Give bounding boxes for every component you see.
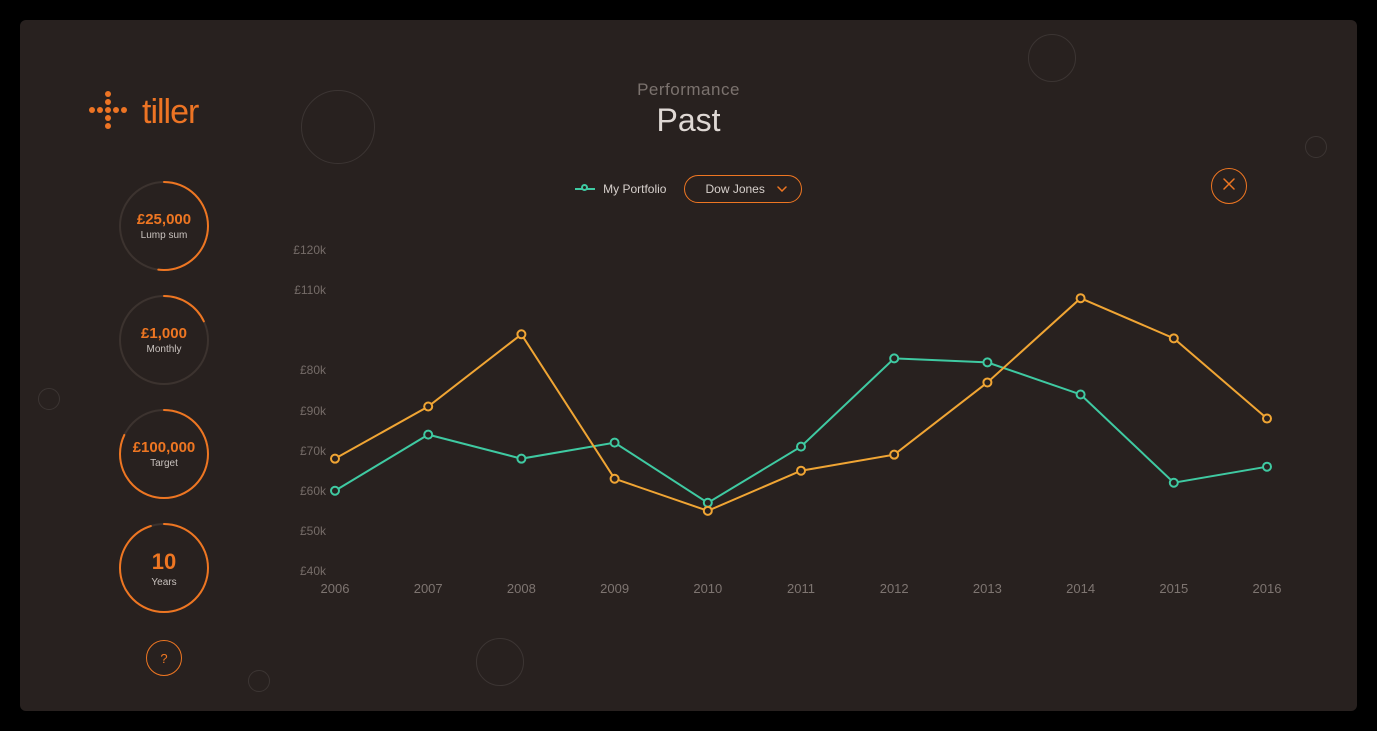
- chart-y-tick: £50k: [300, 524, 326, 538]
- chart-x-tick: 2009: [600, 581, 629, 596]
- chart-plot: [335, 230, 1267, 571]
- benchmark-dropdown-label: Dow Jones: [705, 182, 764, 196]
- help-button[interactable]: ?: [146, 640, 182, 676]
- chart-series: [331, 294, 1271, 515]
- chart-y-tick: £110k: [294, 283, 326, 297]
- legend-label-portfolio: My Portfolio: [603, 182, 666, 196]
- close-icon: [1223, 177, 1235, 195]
- chart-x-tick: 2013: [973, 581, 1002, 596]
- sidebar-ring-lumpsum[interactable]: £25,000 Lump sum: [118, 180, 210, 272]
- chart-y-tick: £90k: [300, 404, 326, 418]
- chart-legend: My Portfolio Dow Jones: [20, 175, 1357, 203]
- decorative-circle: [248, 670, 270, 692]
- chart-series: [331, 354, 1271, 506]
- chart-y-tick: £70k: [300, 444, 326, 458]
- chart-y-tick: £120k: [293, 243, 326, 257]
- sidebar-ring-years[interactable]: 10 Years: [118, 522, 210, 614]
- chart-x-tick: 2010: [693, 581, 722, 596]
- chart-svg: [335, 230, 1267, 571]
- sidebar-ring-monthly[interactable]: £1,000 Monthly: [118, 294, 210, 386]
- chart-x-tick: 2011: [787, 581, 815, 596]
- chart-y-tick: £60k: [300, 484, 326, 498]
- benchmark-dropdown[interactable]: Dow Jones: [684, 175, 801, 203]
- chart-area: £40k £50k £60k £70k £90k £80k £110k £120k 2006 2…: [280, 220, 1267, 611]
- decorative-circle: [476, 638, 524, 686]
- chart-y-tick: £80k: [300, 363, 326, 377]
- chart-x-tick: 2016: [1253, 581, 1282, 596]
- legend-marker-portfolio-icon: [575, 185, 595, 193]
- page-heading: Performance Past: [20, 80, 1357, 139]
- chart-x-tick: 2006: [321, 581, 350, 596]
- chart-x-tick: 2015: [1159, 581, 1188, 596]
- sidebar: £25,000 Lump sum £1,000 Monthly £100,000…: [116, 180, 212, 676]
- chart-x-tick: 2008: [507, 581, 536, 596]
- help-icon: ?: [160, 651, 167, 666]
- page-subtitle: Performance: [20, 80, 1357, 100]
- page-title: Past: [20, 102, 1357, 139]
- chart-x-tick: 2012: [880, 581, 909, 596]
- chart-x-tick: 2014: [1066, 581, 1095, 596]
- decorative-circle: [1305, 136, 1327, 158]
- chevron-down-icon: [777, 183, 787, 195]
- decorative-circle: [1028, 34, 1076, 82]
- app-panel: tiller Performance Past My Portfolio Dow…: [20, 20, 1357, 711]
- legend-item-portfolio: My Portfolio: [575, 182, 666, 196]
- sidebar-ring-target[interactable]: £100,000 Target: [118, 408, 210, 500]
- chart-y-axis: £40k£50k£60k£70k£90k£80k£110k£120k: [280, 220, 330, 571]
- chart-x-axis: 2006200720082009201020112012201320142015…: [335, 581, 1267, 611]
- chart-x-tick: 2007: [414, 581, 443, 596]
- decorative-circle: [38, 388, 60, 410]
- close-button[interactable]: [1211, 168, 1247, 204]
- chart-y-tick: £40k: [300, 564, 326, 578]
